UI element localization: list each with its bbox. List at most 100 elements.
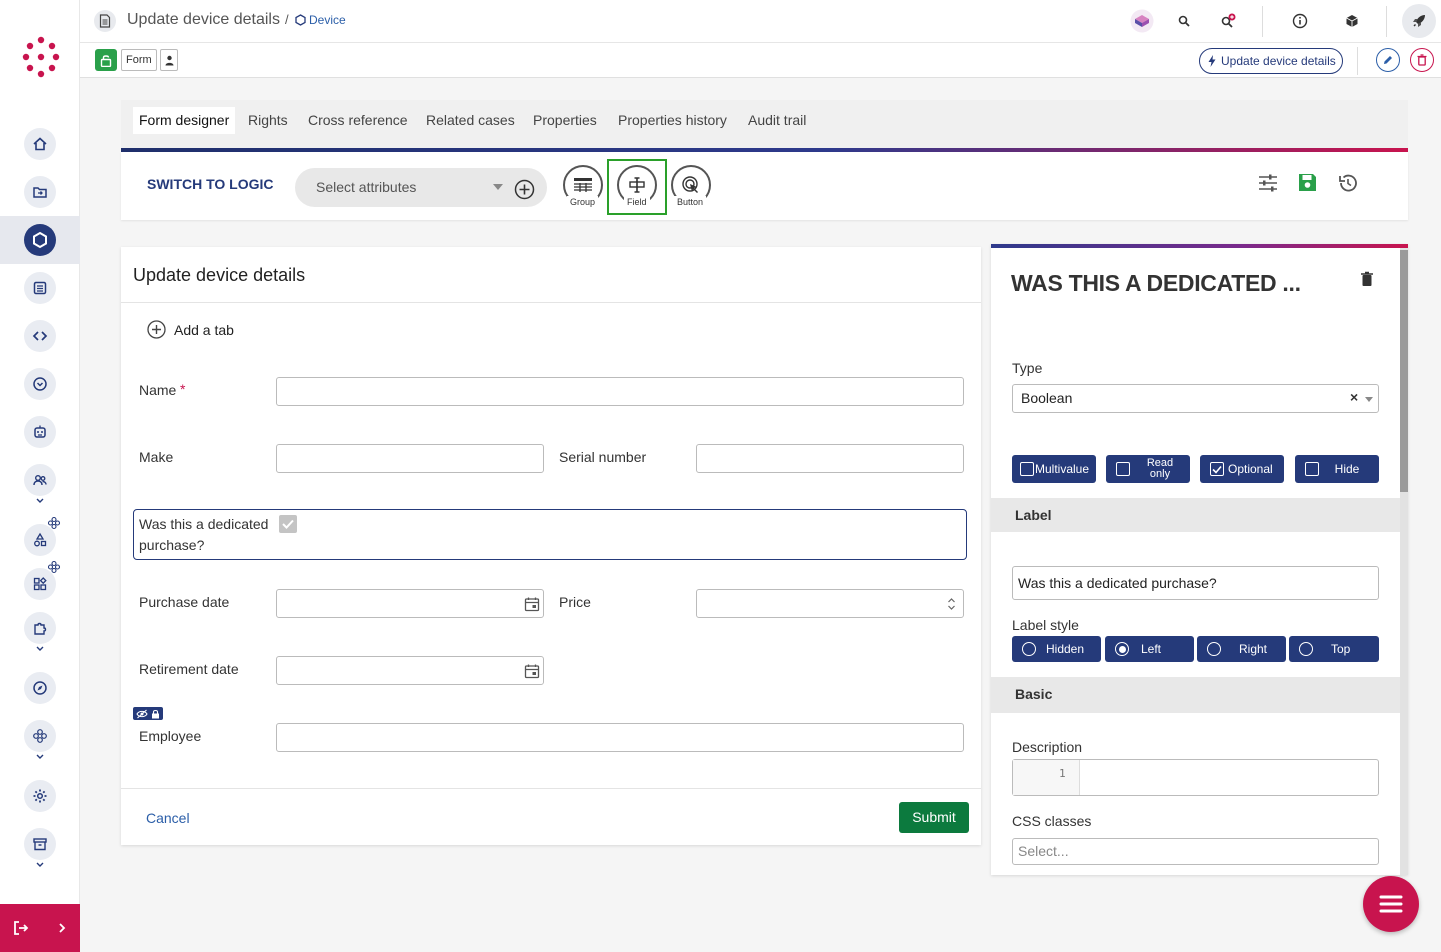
sidebar-shapes[interactable] — [24, 524, 56, 556]
read-only-checkbox[interactable] — [1116, 462, 1130, 476]
clusters-expand-chevron-icon[interactable] — [33, 752, 47, 762]
label-style-right-radio[interactable] — [1207, 642, 1221, 656]
tab-audit-trail[interactable]: Audit trail — [742, 107, 812, 134]
type-select[interactable]: Boolean × — [1012, 384, 1379, 413]
tab-related-cases[interactable]: Related cases — [420, 107, 521, 134]
search-add-icon[interactable] — [1216, 9, 1240, 33]
sidebar-explore[interactable] — [24, 672, 56, 704]
rocket-launch-button[interactable] — [1402, 4, 1436, 38]
multivalue-option[interactable]: Multivalue — [1012, 455, 1096, 483]
select-attributes-dropdown[interactable]: Select attributes — [295, 168, 547, 207]
hide-checkbox[interactable] — [1305, 462, 1319, 476]
main-menu-fab[interactable] — [1363, 876, 1419, 932]
retirement-date-input[interactable] — [276, 656, 544, 685]
eye-off-icon — [136, 709, 148, 718]
name-input[interactable] — [276, 377, 964, 406]
label-style-left[interactable]: Left — [1105, 636, 1194, 662]
folder-icon — [33, 187, 47, 198]
number-spinner-icon[interactable] — [947, 597, 956, 611]
tab-rights[interactable]: Rights — [242, 107, 294, 134]
unlock-button[interactable] — [95, 49, 117, 71]
add-circle-icon[interactable] — [514, 179, 535, 200]
widgets-icon — [33, 577, 47, 591]
tab-properties-history[interactable]: Properties history — [612, 107, 733, 134]
price-input[interactable] — [696, 589, 964, 618]
label-style-top[interactable]: Top — [1289, 636, 1379, 662]
read-only-option[interactable]: Read only — [1106, 455, 1190, 483]
rocket-icon — [1413, 15, 1425, 27]
sidebar-clusters[interactable] — [24, 720, 56, 752]
expand-sidebar-chevron-icon[interactable] — [56, 922, 68, 934]
purchase-date-input[interactable] — [276, 589, 544, 618]
label-style-label: Label style — [1012, 617, 1079, 633]
label-style-left-radio-selected[interactable] — [1115, 642, 1129, 656]
tab-form-designer[interactable]: Form designer — [133, 107, 236, 134]
description-label: Description — [1012, 739, 1083, 755]
form-type-chip[interactable]: Form — [121, 49, 157, 71]
lock-icon — [151, 709, 159, 718]
sidebar-robot[interactable] — [24, 416, 56, 448]
switch-to-logic-button[interactable]: SWITCH TO LOGIC — [147, 176, 274, 192]
label-style-top-radio[interactable] — [1299, 642, 1313, 656]
css-classes-select[interactable]: Select... — [1012, 838, 1379, 865]
app-logo[interactable] — [22, 36, 60, 78]
employee-input[interactable] — [276, 723, 964, 752]
tab-properties[interactable]: Properties — [527, 107, 603, 134]
add-tab-button[interactable]: Add a tab — [147, 320, 234, 339]
calendar-icon[interactable] — [524, 663, 540, 679]
label-style-hidden[interactable]: Hidden — [1012, 636, 1101, 662]
sidebar-devices[interactable] — [24, 224, 56, 256]
description-code-editor[interactable]: 1 — [1012, 759, 1379, 796]
serial-number-input[interactable] — [696, 444, 964, 473]
sidebar-folders[interactable] — [24, 176, 56, 208]
properties-sliders-icon[interactable] — [1257, 173, 1279, 193]
sidebar-dropdown[interactable] — [24, 368, 56, 400]
sidebar-users[interactable] — [24, 464, 56, 496]
delete-field-icon[interactable] — [1360, 271, 1374, 287]
optional-option[interactable]: Optional — [1200, 455, 1284, 483]
panel-scrollbar-thumb[interactable] — [1400, 250, 1408, 492]
hide-option[interactable]: Hide — [1295, 455, 1379, 483]
plugins-expand-chevron-icon[interactable] — [33, 644, 47, 654]
robot-icon — [34, 425, 46, 438]
sidebar-widgets[interactable] — [24, 568, 56, 600]
extension-cube-icon[interactable] — [1340, 9, 1364, 33]
label-section-header[interactable]: Label — [991, 498, 1400, 532]
sidebar-list[interactable] — [24, 272, 56, 304]
history-icon[interactable] — [1337, 172, 1359, 194]
save-icon[interactable] — [1297, 172, 1318, 193]
sidebar-archive[interactable] — [24, 828, 56, 860]
tab-cross-reference[interactable]: Cross reference — [302, 107, 414, 134]
archive-expand-chevron-icon[interactable] — [33, 860, 47, 870]
edit-button[interactable] — [1376, 48, 1400, 72]
sidebar-plugins[interactable] — [24, 612, 56, 644]
multivalue-checkbox[interactable] — [1020, 462, 1034, 476]
label-style-hidden-radio[interactable] — [1022, 642, 1036, 656]
cancel-button[interactable]: Cancel — [146, 810, 190, 826]
optional-label: Optional — [1228, 462, 1273, 476]
calendar-icon[interactable] — [524, 596, 540, 612]
dedicated-purchase-field-selected[interactable]: Was this a dedicated purchase? — [133, 509, 967, 560]
make-input[interactable] — [276, 444, 544, 473]
code-icon — [32, 331, 48, 341]
dedicated-purchase-checkbox[interactable] — [279, 515, 297, 533]
label-text-input[interactable]: Was this a dedicated purchase? — [1012, 566, 1379, 600]
label-style-right[interactable]: Right — [1197, 636, 1286, 662]
archive-icon — [33, 838, 47, 851]
submit-button[interactable]: Submit — [899, 802, 969, 833]
sidebar-home[interactable] — [24, 128, 56, 160]
sidebar-settings[interactable] — [24, 780, 56, 812]
delete-button[interactable] — [1410, 48, 1434, 72]
optional-checkbox-checked[interactable] — [1210, 462, 1224, 476]
users-expand-chevron-icon[interactable] — [33, 496, 47, 506]
type-clear-button[interactable]: × — [1350, 389, 1358, 405]
update-device-details-button[interactable]: Update device details — [1199, 48, 1343, 74]
breadcrumb-device-link[interactable]: Device — [295, 13, 346, 27]
info-icon[interactable] — [1288, 9, 1312, 33]
basic-section-header[interactable]: Basic — [991, 677, 1400, 713]
user-scope-chip[interactable] — [160, 49, 178, 71]
search-icon[interactable] — [1172, 9, 1196, 33]
sidebar-code[interactable] — [24, 320, 56, 352]
logout-bar[interactable] — [0, 904, 80, 952]
apps-cube-icon[interactable] — [1130, 9, 1154, 33]
